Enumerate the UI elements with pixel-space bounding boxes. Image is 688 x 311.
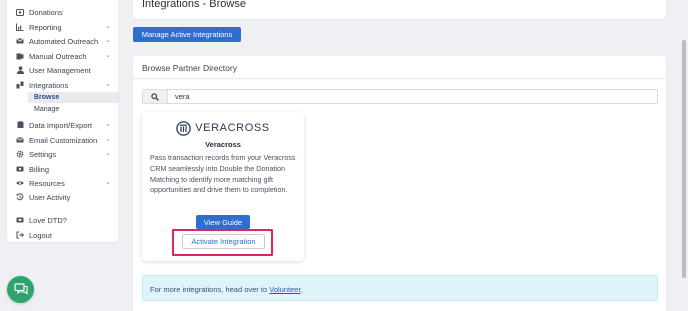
search-icon: [143, 90, 168, 103]
info-suffix: .: [300, 285, 303, 294]
sidebar-item-label: Settings: [29, 149, 57, 159]
chevron-down-icon: ⌄: [105, 136, 111, 143]
sidebar-item-label: Resources: [29, 178, 65, 188]
sidebar-item-email-customization[interactable]: Email Customization ⌄: [7, 133, 118, 147]
sidebar-item-label: Love DTD?: [29, 215, 67, 225]
user-icon: [16, 66, 24, 74]
partner-description: Pass transaction records from your Verac…: [150, 153, 296, 195]
logout-icon: [16, 231, 24, 239]
gear-icon: [16, 150, 24, 158]
sidebar-item-reporting[interactable]: Reporting ⌄: [7, 20, 118, 34]
heart-icon: [16, 216, 24, 224]
view-guide-button[interactable]: View Guide: [196, 215, 250, 229]
search-bar: [142, 89, 658, 104]
sidebar-item-resources[interactable]: Resources ⌄: [7, 176, 118, 190]
email-icon: [16, 136, 24, 144]
sidebar-item-integrations[interactable]: Integrations ⌄: [7, 78, 118, 92]
partner-name: Veracross: [205, 140, 241, 149]
outreach-icon: [16, 52, 24, 60]
sidebar: Donations Reporting ⌄ Automated Outreach…: [7, 0, 120, 242]
sidebar-item-label: User Activity: [29, 192, 71, 202]
chevron-down-icon: ⌄: [105, 179, 111, 186]
chevron-down-icon: ⌄: [105, 37, 111, 44]
partner-logo: VERACROSS: [142, 120, 304, 136]
veracross-logo-icon: [176, 120, 191, 136]
sidebar-item-logout[interactable]: Logout: [7, 228, 118, 242]
sidebar-subitem-manage[interactable]: Manage: [28, 104, 120, 115]
sidebar-item-label: Data Import/Export: [29, 120, 92, 130]
sidebar-item-label: Reporting: [29, 22, 62, 32]
browse-title: Browse Partner Directory: [142, 63, 237, 73]
scrollbar-thumb[interactable]: [682, 40, 686, 278]
sidebar-subitem-browse[interactable]: Browse: [28, 92, 120, 103]
sidebar-item-billing[interactable]: Billing: [7, 162, 118, 176]
bar-chart-icon: [16, 23, 24, 31]
chevron-down-icon: ⌄: [105, 81, 111, 88]
sidebar-item-data-import-export[interactable]: Data Import/Export ⌄: [7, 118, 118, 132]
browse-partner-directory: Browse Partner Directory VERACROSS Verac…: [133, 56, 666, 311]
partner-logo-text: VERACROSS: [195, 122, 270, 134]
search-input[interactable]: [169, 90, 657, 103]
info-alert: For more integrations, head over to Volu…: [142, 275, 658, 301]
sidebar-item-label: Logout: [29, 230, 52, 240]
page-header: Integrations - Browse: [133, 0, 666, 19]
page-title: Integrations - Browse: [142, 0, 246, 10]
chat-button[interactable]: [7, 276, 34, 303]
email-icon: [16, 37, 24, 45]
database-icon: [16, 121, 24, 129]
eye-icon: [16, 179, 24, 187]
sidebar-item-user-management[interactable]: User Management: [7, 63, 118, 77]
history-icon: [16, 193, 24, 201]
info-text: For more integrations, head over to Volu…: [150, 285, 303, 294]
billing-icon: [16, 165, 24, 173]
sidebar-item-label: Automated Outreach: [29, 36, 99, 46]
sidebar-item-donations[interactable]: Donations: [7, 5, 118, 19]
activate-integration-button[interactable]: Activate Integration: [182, 234, 265, 249]
sidebar-item-label: User Management: [29, 65, 91, 75]
sidebar-item-label: Billing: [29, 164, 50, 174]
info-message: For more integrations, head over to: [150, 285, 268, 294]
sidebar-item-love-dtd[interactable]: Love DTD?: [7, 213, 118, 227]
chevron-down-icon: ⌄: [105, 150, 111, 157]
chat-icon: [13, 283, 28, 295]
sidebar-item-manual-outreach[interactable]: Manual Outreach ⌄: [7, 49, 118, 63]
partner-card-veracross: VERACROSS Veracross Pass transaction rec…: [142, 112, 304, 261]
chevron-down-icon: ⌄: [105, 52, 111, 59]
sidebar-item-label: Email Customization: [29, 135, 98, 145]
sidebar-item-settings[interactable]: Settings ⌄: [7, 147, 118, 161]
sidebar-item-user-activity[interactable]: User Activity: [7, 190, 118, 204]
volunteer-link[interactable]: Volunteer: [269, 285, 300, 294]
sidebar-item-label: Donations: [29, 7, 63, 17]
integrations-icon: [16, 81, 24, 89]
manage-active-integrations-button[interactable]: Manage Active Integrations: [133, 27, 241, 42]
browse-header: Browse Partner Directory: [133, 56, 666, 79]
sidebar-item-label: Manual Outreach: [29, 51, 87, 61]
donation-icon: [16, 8, 24, 16]
sidebar-item-automated-outreach[interactable]: Automated Outreach ⌄: [7, 34, 118, 48]
chevron-down-icon: ⌄: [105, 121, 111, 128]
chevron-down-icon: ⌄: [105, 23, 111, 30]
sidebar-item-label: Integrations: [29, 80, 69, 90]
